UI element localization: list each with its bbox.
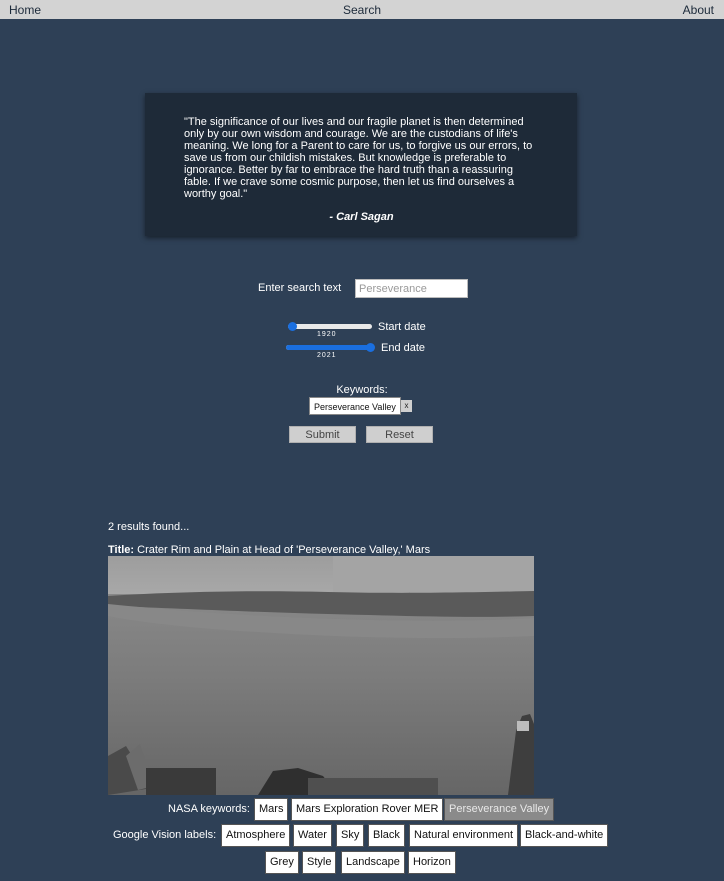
nasa-keyword-tag[interactable]: Mars Exploration Rover MER — [291, 798, 444, 821]
result-title-label: Title: — [108, 544, 135, 556]
start-date-label: Start date — [378, 321, 426, 333]
nasa-keyword-tag-selected[interactable]: Perseverance Valley — [444, 798, 555, 821]
vision-label-tag[interactable]: Water — [293, 824, 332, 847]
vision-label-tag[interactable]: Black — [368, 824, 405, 847]
start-date-slider[interactable] — [288, 322, 372, 331]
vision-label-tag[interactable]: Sky — [336, 824, 365, 847]
mars-crater-photo — [108, 556, 534, 795]
nav-about-link[interactable]: About — [683, 3, 714, 17]
results-count: 2 results found... — [108, 521, 190, 533]
slider-fill — [286, 345, 370, 350]
reset-button[interactable]: Reset — [366, 426, 433, 443]
nasa-keywords-label: NASA keywords: — [168, 803, 250, 815]
end-date-label: End date — [381, 342, 426, 354]
search-label: Enter search text — [258, 282, 342, 294]
end-date-slider[interactable] — [286, 343, 375, 352]
search-input[interactable] — [355, 279, 468, 298]
vision-label-tag[interactable]: Style — [302, 851, 337, 874]
vision-label-tag[interactable]: Black-and-white — [520, 824, 609, 847]
slider-track — [288, 324, 372, 329]
vision-label-tag[interactable]: Grey — [265, 851, 299, 874]
end-date-value: 2021 — [317, 352, 337, 359]
top-nav-bar: Home Search About — [0, 0, 724, 19]
vision-label-tag[interactable]: Horizon — [408, 851, 456, 874]
quote-author: - Carl Sagan — [329, 211, 394, 223]
keyword-chip: Perseverance Valley — [309, 397, 401, 415]
slider-thumb[interactable] — [366, 343, 375, 352]
quote-card: "The significance of our lives and our f… — [145, 93, 577, 236]
vision-label-tag[interactable]: Landscape — [341, 851, 405, 874]
result-title-text: Crater Rim and Plain at Head of 'Perseve… — [137, 544, 431, 556]
nav-search-link[interactable]: Search — [0, 3, 724, 17]
slider-thumb[interactable] — [288, 322, 297, 331]
vision-label-tag[interactable]: Natural environment — [409, 824, 519, 847]
submit-button[interactable]: Submit — [289, 426, 356, 443]
quote-text: "The significance of our lives and our f… — [184, 116, 533, 200]
keywords-label: Keywords: — [336, 384, 388, 396]
nasa-keyword-tag[interactable]: Mars — [254, 798, 289, 821]
vision-labels-label: Google Vision labels: — [113, 829, 217, 841]
start-date-value: 1920 — [317, 331, 337, 338]
search-row: Enter search text — [0, 279, 724, 298]
result-title: Title: Crater Rim and Plain at Head of '… — [108, 544, 430, 556]
vision-label-tag[interactable]: Atmosphere — [221, 824, 291, 847]
keyword-remove-button[interactable]: x — [401, 400, 412, 412]
